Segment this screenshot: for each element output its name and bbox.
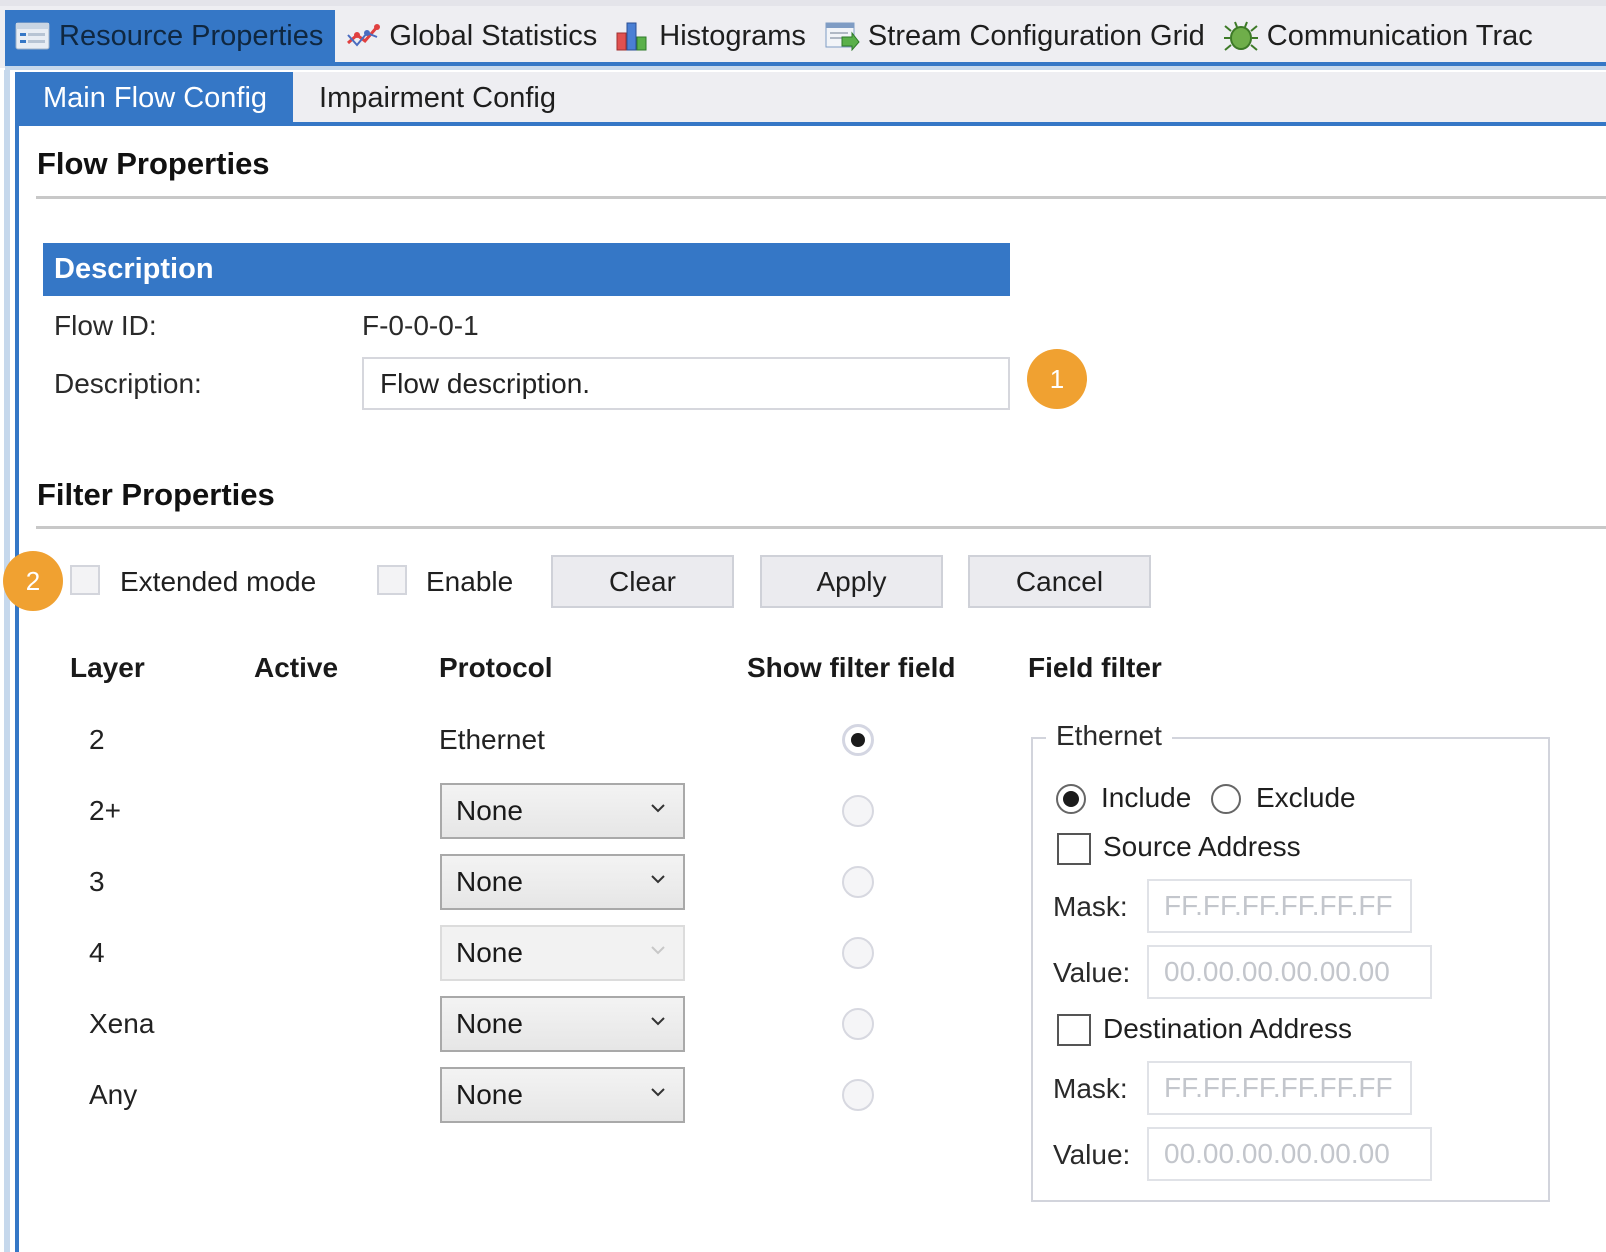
protocol-select-value: None xyxy=(456,1008,523,1039)
layer-cell: 2 xyxy=(89,724,105,755)
exclude-label: Exclude xyxy=(1256,782,1356,813)
callout-badge-2: 2 xyxy=(3,551,63,611)
protocol-select[interactable]: None xyxy=(440,854,685,910)
tab-communication-trace[interactable]: Communication Trac xyxy=(1213,10,1541,62)
source-mask-input[interactable]: FF.FF.FF.FF.FF.FF xyxy=(1147,879,1412,933)
clear-button[interactable]: Clear xyxy=(551,555,734,608)
chevron-down-icon xyxy=(651,804,665,813)
protocol-select[interactable]: None xyxy=(440,783,685,839)
enable-label: Enable xyxy=(426,566,514,597)
apply-button[interactable]: Apply xyxy=(760,555,943,608)
description-input[interactable]: Flow description. xyxy=(362,357,1010,410)
tab-label: Histograms xyxy=(659,19,806,52)
field-filter-group-title: Ethernet xyxy=(1046,720,1172,752)
panel-left-border xyxy=(15,72,19,1252)
filter-properties-title: Filter Properties xyxy=(37,477,275,512)
tab-impairment-config[interactable]: Impairment Config xyxy=(293,72,582,124)
tab-label: Resource Properties xyxy=(59,19,324,52)
tab-strip-divider-light xyxy=(5,66,1606,70)
source-value-input[interactable]: 00.00.00.00.00.00 xyxy=(1147,945,1432,999)
flow-id-value: F-0-0-0-1 xyxy=(362,310,479,341)
destination-address-label: Destination Address xyxy=(1103,1013,1353,1044)
description-header: Description xyxy=(43,243,1010,296)
extended-mode-checkbox[interactable] xyxy=(70,565,100,595)
protocol-select-disabled[interactable]: None xyxy=(440,925,685,981)
layer-cell: 3 xyxy=(89,866,105,897)
show-filter-radio[interactable] xyxy=(842,937,874,969)
show-filter-radio[interactable] xyxy=(842,866,874,898)
document-tabs: Resource Properties Global Statistics Hi… xyxy=(5,10,1541,62)
source-address-checkbox[interactable] xyxy=(1057,833,1091,865)
layer-cell: Xena xyxy=(89,1008,155,1039)
chevron-down-icon xyxy=(651,946,665,955)
column-header-active: Active xyxy=(254,652,339,683)
dest-value-label: Value: xyxy=(1053,1139,1131,1170)
dest-value-input[interactable]: 00.00.00.00.00.00 xyxy=(1147,1127,1432,1181)
callout-badge-1: 1 xyxy=(1027,349,1087,409)
include-label: Include xyxy=(1101,782,1192,813)
filter-properties-divider xyxy=(36,526,1606,529)
sub-tab-strip: Main Flow Config Impairment Config xyxy=(15,72,1606,126)
sub-tab-divider xyxy=(15,122,1606,126)
protocol-select-value: None xyxy=(456,795,523,826)
enable-checkbox[interactable] xyxy=(377,565,407,595)
layer-cell: 4 xyxy=(89,937,105,968)
layer-cell: Any xyxy=(89,1079,138,1110)
column-header-show-filter-field: Show filter field xyxy=(747,652,956,683)
sub-tabs: Main Flow Config Impairment Config xyxy=(17,72,582,124)
panel-left-border-light xyxy=(4,70,10,1252)
tab-global-statistics[interactable]: Global Statistics xyxy=(335,10,605,62)
chevron-down-icon xyxy=(651,875,665,884)
protocol-select-value: None xyxy=(456,937,523,968)
grid-arrow-icon xyxy=(824,21,860,52)
cancel-button[interactable]: Cancel xyxy=(968,555,1151,608)
layer-cell: 2+ xyxy=(89,795,121,826)
flow-properties-divider xyxy=(36,196,1606,199)
tab-label: Global Statistics xyxy=(389,19,598,52)
line-chart-icon xyxy=(345,21,381,51)
column-header-protocol: Protocol xyxy=(439,652,553,683)
flow-properties-title: Flow Properties xyxy=(37,146,270,181)
protocol-select[interactable]: None xyxy=(440,1067,685,1123)
column-header-layer: Layer xyxy=(70,652,145,683)
protocol-select[interactable]: None xyxy=(440,996,685,1052)
resource-properties-icon xyxy=(15,21,51,51)
flow-id-label: Flow ID: xyxy=(54,310,157,341)
tab-stream-configuration-grid[interactable]: Stream Configuration Grid xyxy=(814,10,1213,62)
show-filter-radio[interactable] xyxy=(842,724,874,756)
include-radio[interactable] xyxy=(1056,784,1086,814)
dest-mask-label: Mask: xyxy=(1053,1073,1128,1104)
extended-mode-label: Extended mode xyxy=(120,566,317,597)
destination-address-checkbox[interactable] xyxy=(1057,1014,1091,1046)
source-value-label: Value: xyxy=(1053,957,1131,988)
source-mask-label: Mask: xyxy=(1053,891,1128,922)
show-filter-radio[interactable] xyxy=(842,795,874,827)
tab-resource-properties[interactable]: Resource Properties xyxy=(5,10,336,62)
column-header-field-filter: Field filter xyxy=(1028,652,1162,683)
tab-histograms[interactable]: Histograms xyxy=(605,10,814,62)
bug-icon xyxy=(1223,21,1259,51)
show-filter-radio[interactable] xyxy=(842,1008,874,1040)
source-address-label: Source Address xyxy=(1103,831,1301,862)
tab-main-flow-config[interactable]: Main Flow Config xyxy=(17,72,294,124)
protocol-select-value: None xyxy=(456,866,523,897)
tab-label: Communication Trac xyxy=(1266,19,1533,52)
bar-chart-icon xyxy=(615,21,651,51)
protocol-select-value: None xyxy=(456,1079,523,1110)
show-filter-radio[interactable] xyxy=(842,1079,874,1111)
exclude-radio[interactable] xyxy=(1211,784,1241,814)
tab-label: Stream Configuration Grid xyxy=(867,19,1205,52)
description-label: Description: xyxy=(54,368,202,399)
chevron-down-icon xyxy=(651,1088,665,1097)
dest-mask-input[interactable]: FF.FF.FF.FF.FF.FF xyxy=(1147,1061,1412,1115)
chevron-down-icon xyxy=(651,1017,665,1026)
protocol-text: Ethernet xyxy=(439,724,545,755)
